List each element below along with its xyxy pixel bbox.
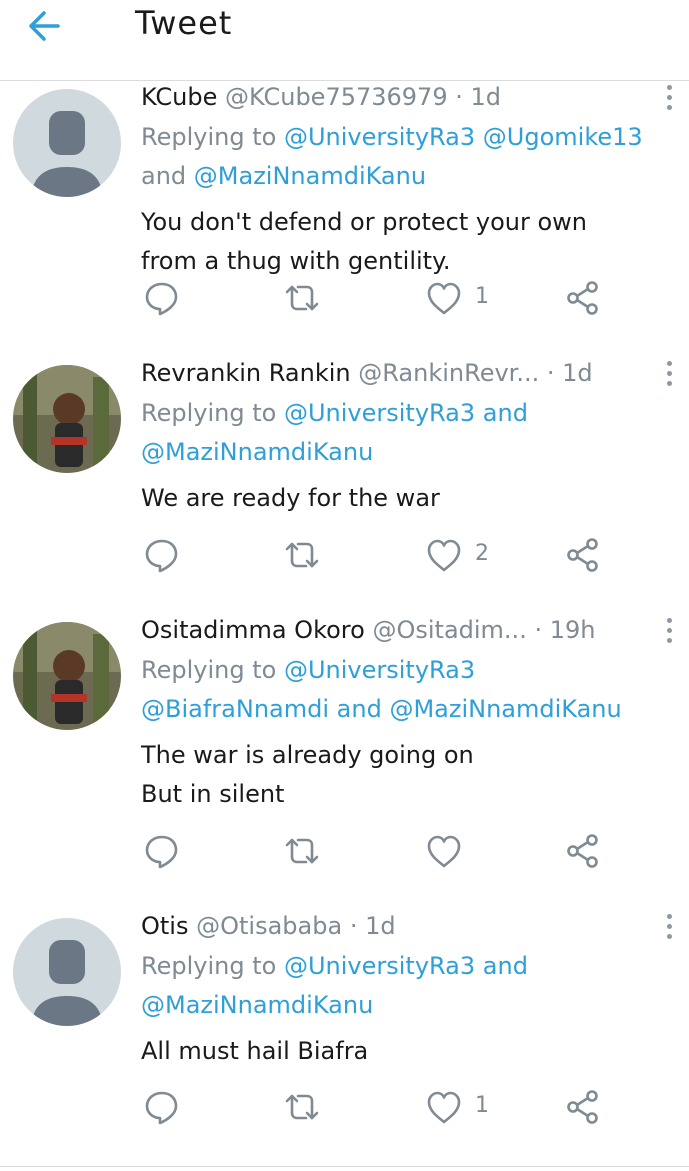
tweet-time: · 1d — [349, 912, 396, 940]
reply-connector: and — [475, 399, 528, 427]
mention-link[interactable]: @BiafraNnamdi — [141, 695, 329, 723]
avatar[interactable] — [13, 365, 121, 473]
reply-icon[interactable] — [142, 278, 182, 318]
retweet-icon[interactable] — [282, 1087, 322, 1127]
tweet-text: The war is already going on — [141, 741, 474, 769]
replying-to-label: Replying to — [141, 123, 277, 151]
tweet-time: · 1d — [455, 83, 502, 111]
more-options-icon[interactable] — [659, 361, 679, 391]
tweet-text: from a thug with gentility. — [141, 247, 451, 275]
replying-to-label: Replying to — [141, 399, 277, 427]
more-options-icon[interactable] — [659, 85, 679, 115]
replying-to-line: Replying to @UniversityRa3 — [141, 656, 475, 684]
share-icon[interactable] — [564, 1087, 604, 1127]
tweet-meta: KCube @KCube75736979 · 1d — [141, 83, 501, 111]
replying-to-line: and @MaziNnamdiKanu — [141, 162, 426, 190]
page-title: Tweet — [135, 4, 233, 42]
display-name[interactable]: KCube — [141, 83, 217, 111]
top-app-bar: Tweet — [0, 0, 689, 81]
user-handle: @RankinRevr... — [358, 359, 540, 387]
display-name[interactable]: Revrankin Rankin — [141, 359, 351, 387]
replying-to-line: Replying to @UniversityRa3 and — [141, 399, 528, 427]
mention-link[interactable]: @UniversityRa3 — [284, 123, 475, 151]
reply-connector — [475, 123, 483, 151]
replying-to-label: Replying to — [141, 656, 277, 684]
mention-link[interactable]: @UniversityRa3 — [284, 399, 475, 427]
back-arrow-icon[interactable] — [24, 6, 68, 46]
mention-link[interactable]: @MaziNnamdiKanu — [194, 162, 426, 190]
more-options-icon[interactable] — [659, 914, 679, 944]
tweet-text: You don't defend or protect your own — [141, 208, 588, 236]
share-icon[interactable] — [564, 831, 604, 871]
reply-icon[interactable] — [142, 1087, 182, 1127]
mention-link[interactable]: @UniversityRa3 — [284, 656, 475, 684]
user-handle: @Ositadim... — [372, 616, 527, 644]
reply-connector: and — [475, 952, 528, 980]
tweet-text: But in silent — [141, 780, 285, 808]
like-icon[interactable] — [424, 535, 464, 575]
tweet-reply[interactable]: Ositadimma Okoro @Ositadim... · 19h Reply… — [0, 614, 689, 911]
tweet-meta: Ositadimma Okoro @Ositadim... · 19h — [141, 616, 595, 644]
avatar[interactable] — [13, 89, 121, 197]
tweet-reply[interactable]: Otis @Otisababa · 1d Replying to @Univers… — [0, 910, 689, 1167]
mention-link[interactable]: @MaziNnamdiKanu — [141, 991, 373, 1019]
avatar[interactable] — [13, 622, 121, 730]
retweet-icon[interactable] — [282, 535, 322, 575]
tweet-meta: Otis @Otisababa · 1d — [141, 912, 396, 940]
mention-link[interactable]: @MaziNnamdiKanu — [141, 438, 373, 466]
tweet-text: We are ready for the war — [141, 484, 440, 512]
tweet-meta: Revrankin Rankin @RankinRevr... · 1d — [141, 359, 593, 387]
replying-to-label: Replying to — [141, 952, 277, 980]
like-icon[interactable] — [424, 278, 464, 318]
replying-to-line: Replying to @UniversityRa3 and — [141, 952, 528, 980]
like-icon[interactable] — [424, 831, 464, 871]
user-handle: @KCube75736979 — [225, 83, 448, 111]
like-count: 1 — [475, 284, 489, 309]
tweet-reply[interactable]: KCube @KCube75736979 · 1d Replying to @Un… — [0, 81, 689, 358]
reply-icon[interactable] — [142, 831, 182, 871]
avatar[interactable] — [13, 918, 121, 1026]
tweet-time: · 1d — [546, 359, 593, 387]
tweet-time: · 19h — [534, 616, 596, 644]
mention-link[interactable]: @MaziNnamdiKanu — [389, 695, 621, 723]
more-options-icon[interactable] — [659, 618, 679, 648]
replying-to-line: Replying to @UniversityRa3 @Ugomike13 — [141, 123, 643, 151]
like-icon[interactable] — [424, 1087, 464, 1127]
display-name[interactable]: Otis — [141, 912, 188, 940]
mention-link[interactable]: @UniversityRa3 — [284, 952, 475, 980]
tweet-reply[interactable]: Revrankin Rankin @RankinRevr... · 1d Repl… — [0, 357, 689, 615]
retweet-icon[interactable] — [282, 831, 322, 871]
tweet-text: All must hail Biafra — [141, 1037, 369, 1065]
mention-link[interactable]: @Ugomike13 — [483, 123, 643, 151]
share-icon[interactable] — [564, 278, 604, 318]
reply-connector: and — [141, 162, 194, 190]
like-count: 1 — [475, 1093, 489, 1118]
reply-icon[interactable] — [142, 535, 182, 575]
like-count: 2 — [475, 541, 489, 566]
reply-connector: and — [329, 695, 390, 723]
user-handle: @Otisababa — [196, 912, 343, 940]
retweet-icon[interactable] — [282, 278, 322, 318]
replying-to-line: @BiafraNnamdi and @MaziNnamdiKanu — [141, 695, 622, 723]
display-name[interactable]: Ositadimma Okoro — [141, 616, 365, 644]
replying-to-line: @MaziNnamdiKanu — [141, 991, 373, 1019]
share-icon[interactable] — [564, 535, 604, 575]
replying-to-line: @MaziNnamdiKanu — [141, 438, 373, 466]
